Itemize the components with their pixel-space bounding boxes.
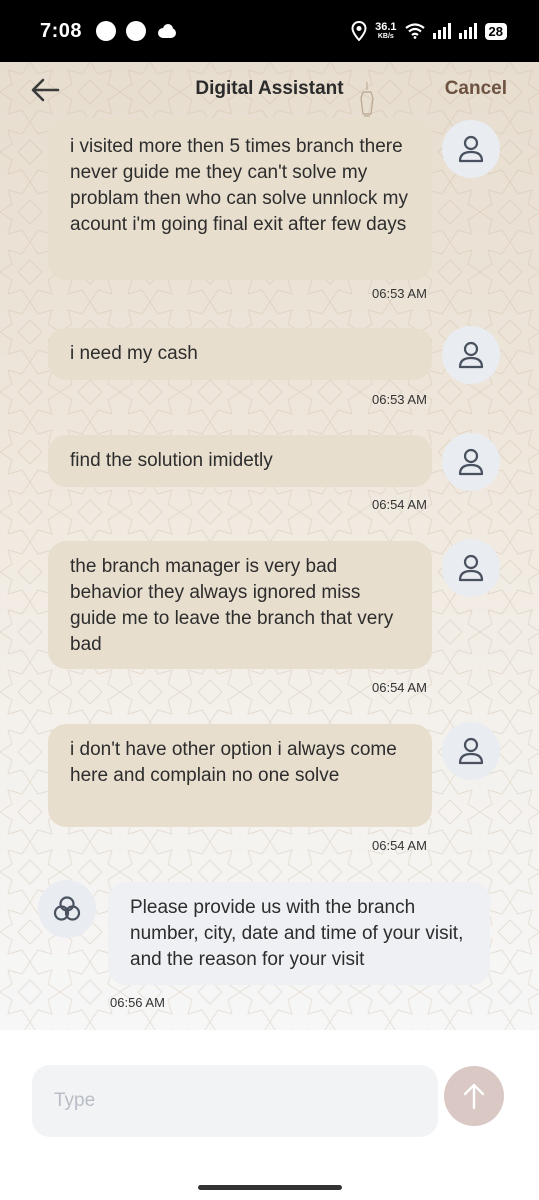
message-time: 06:54 AM (372, 838, 427, 853)
message-time: 06:53 AM (372, 286, 427, 301)
signal-icon (432, 23, 451, 39)
status-time: 7:08 (40, 19, 83, 42)
message-text: i visited more then 5 times branch there… (70, 136, 408, 235)
status-bar: 7:08 36.1 KB/s 28 (0, 0, 539, 62)
signal-icon (458, 23, 477, 39)
message-time: 06:56 AM (110, 995, 165, 1010)
user-message-bubble: find the solution imidetly (48, 435, 432, 487)
home-indicator (198, 1185, 342, 1190)
message-text: find the solution imidetly (70, 450, 273, 471)
user-avatar (442, 326, 500, 384)
notification-dot-icon (126, 21, 147, 41)
user-icon (458, 341, 484, 369)
user-avatar (442, 722, 500, 780)
speed-value: 36.1 (375, 21, 397, 33)
cancel-button[interactable]: Cancel (445, 78, 507, 100)
notification-icons (96, 21, 178, 41)
notification-dot-icon (96, 21, 117, 41)
assistant-avatar (38, 880, 96, 938)
message-time: 06:54 AM (372, 680, 427, 695)
user-icon (458, 448, 484, 476)
user-message-bubble: i visited more then 5 times branch there… (48, 118, 432, 280)
user-message-bubble: the branch manager is very bad behavior … (48, 541, 432, 669)
status-right: 36.1 KB/s 28 (351, 21, 507, 41)
message-time: 06:53 AM (372, 392, 427, 407)
wifi-icon (404, 23, 425, 39)
assistant-logo-icon (53, 896, 81, 921)
user-icon (458, 554, 484, 582)
message-text: i don't have other option i always come … (70, 739, 397, 786)
user-message-bubble: i don't have other option i always come … (48, 724, 432, 827)
app-header: Digital Assistant Cancel (0, 62, 539, 118)
user-icon (458, 737, 484, 765)
user-avatar (442, 120, 500, 178)
user-message-bubble: i need my cash (48, 328, 432, 380)
speed-unit: KB/s (377, 33, 394, 40)
message-input[interactable] (32, 1065, 438, 1137)
user-avatar (442, 433, 500, 491)
network-speed: 36.1 KB/s (375, 21, 397, 41)
message-time: 06:54 AM (372, 497, 427, 512)
message-text: the branch manager is very bad behavior … (70, 556, 394, 655)
arrow-up-icon (463, 1083, 485, 1110)
message-text: i need my cash (70, 343, 198, 364)
assistant-message-bubble: Please provide us with the branch number… (108, 882, 490, 985)
location-icon (351, 21, 367, 41)
cloud-icon (156, 24, 178, 38)
user-icon (458, 135, 484, 163)
battery-indicator: 28 (484, 22, 507, 40)
user-avatar (442, 539, 500, 597)
message-text: Please provide us with the branch number… (130, 897, 464, 970)
send-button[interactable] (444, 1066, 504, 1126)
